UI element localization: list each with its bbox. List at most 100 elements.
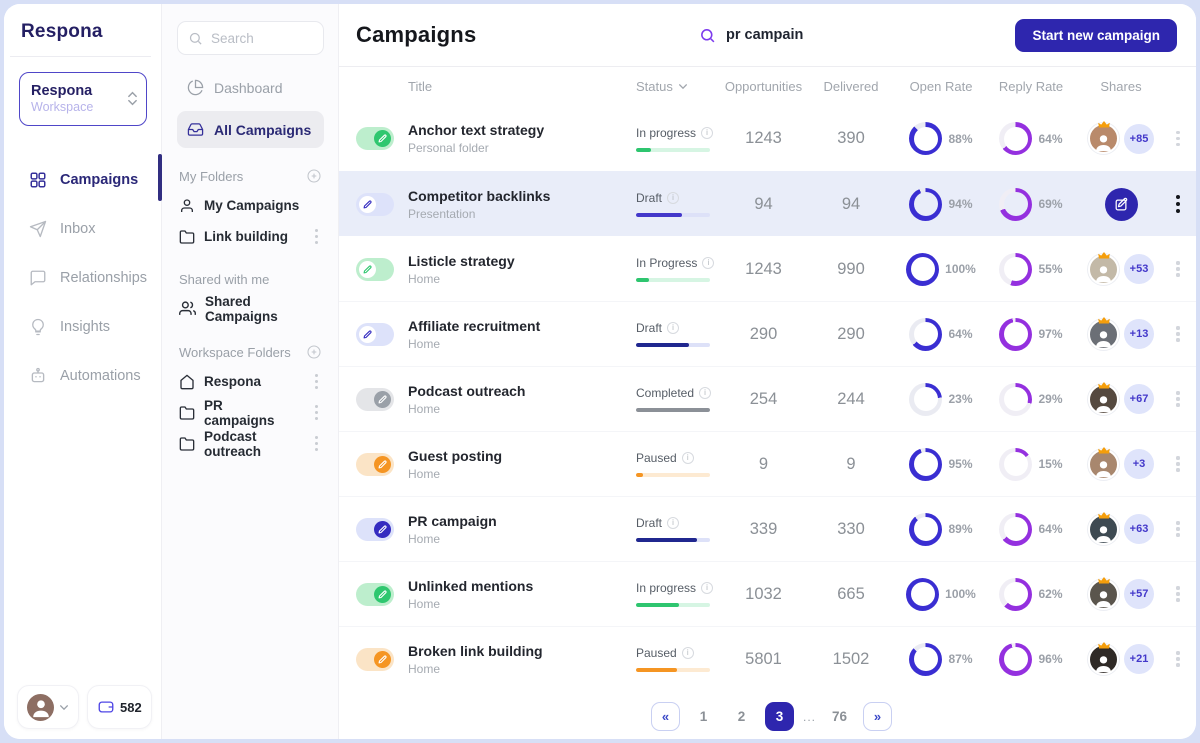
toggle-knob bbox=[374, 521, 391, 538]
campaign-row[interactable]: Competitor backlinks Presentation Drafti… bbox=[339, 171, 1196, 236]
campaign-toggle[interactable] bbox=[356, 518, 394, 541]
col-shares: Shares bbox=[1100, 79, 1141, 94]
shares-cell: +13 bbox=[1088, 319, 1154, 350]
info-icon[interactable]: i bbox=[682, 452, 694, 464]
credits-widget[interactable]: 582 bbox=[87, 685, 152, 729]
col-status[interactable]: Status bbox=[636, 79, 721, 94]
status-cell: In progressi bbox=[636, 126, 721, 152]
reply-rate-cell: 62% bbox=[999, 578, 1062, 611]
folder-search-input[interactable] bbox=[211, 31, 313, 46]
shares-count-badge[interactable]: +53 bbox=[1124, 254, 1154, 284]
row-menu-button[interactable] bbox=[1172, 126, 1183, 152]
page-button-2[interactable]: 2 bbox=[727, 702, 756, 731]
page-button-3[interactable]: 3 bbox=[765, 702, 794, 731]
start-new-campaign-button[interactable]: Start new campaign bbox=[1015, 19, 1177, 52]
campaign-toggle[interactable] bbox=[356, 648, 394, 671]
prev-page-button[interactable]: « bbox=[651, 702, 680, 731]
shares-count-badge[interactable]: +21 bbox=[1124, 644, 1154, 674]
folder-link-my-campaigns[interactable]: My Campaigns bbox=[177, 190, 324, 221]
folder-link-respona[interactable]: Respona bbox=[177, 366, 324, 397]
shares-count-badge[interactable]: +13 bbox=[1124, 319, 1154, 349]
campaign-row[interactable]: PR campaign Home Drafti 339 330 89% 64% … bbox=[339, 496, 1196, 561]
folder-search[interactable] bbox=[177, 21, 324, 55]
folder-item-dashboard[interactable]: Dashboard bbox=[177, 69, 324, 106]
shares-count-badge[interactable]: +57 bbox=[1124, 579, 1154, 609]
campaign-row[interactable]: Broken link building Home Pausedi 5801 1… bbox=[339, 626, 1196, 691]
campaign-toggle[interactable] bbox=[356, 453, 394, 476]
row-menu-button[interactable] bbox=[1172, 256, 1183, 282]
shares-avatar bbox=[1088, 514, 1119, 545]
home-icon bbox=[179, 374, 195, 390]
add-folder-icon[interactable] bbox=[306, 344, 322, 360]
row-menu-button[interactable] bbox=[1172, 516, 1183, 542]
campaign-toggle[interactable] bbox=[356, 127, 394, 150]
row-menu-button[interactable] bbox=[1172, 451, 1183, 477]
reply-rate-cell: 15% bbox=[999, 448, 1062, 481]
folder-menu-button[interactable] bbox=[311, 369, 322, 395]
campaign-folder: Home bbox=[408, 337, 636, 351]
campaign-row[interactable]: Anchor text strategy Personal folder In … bbox=[339, 106, 1196, 171]
main-header: Campaigns Start new campaign bbox=[339, 4, 1196, 67]
info-icon[interactable]: i bbox=[667, 517, 679, 529]
folder-link-shared-campaigns[interactable]: Shared Campaigns bbox=[177, 293, 324, 324]
campaign-folder: Home bbox=[408, 597, 636, 611]
next-page-button[interactable]: » bbox=[863, 702, 892, 731]
folder-menu-button[interactable] bbox=[311, 400, 322, 426]
campaign-toggle[interactable] bbox=[356, 193, 394, 216]
campaign-toggle[interactable] bbox=[356, 388, 394, 411]
info-icon[interactable]: i bbox=[667, 322, 679, 334]
add-folder-icon[interactable] bbox=[306, 168, 322, 184]
folder-link-link-building[interactable]: Link building bbox=[177, 221, 324, 252]
row-menu-button[interactable] bbox=[1172, 646, 1183, 672]
campaign-row[interactable]: Affiliate recruitment Home Drafti 290 29… bbox=[339, 301, 1196, 366]
open-rate-value: 94% bbox=[948, 197, 972, 211]
shares-count-badge[interactable]: +63 bbox=[1124, 514, 1154, 544]
shares-count-badge[interactable]: +3 bbox=[1124, 449, 1154, 479]
campaign-row[interactable]: Podcast outreach Home Completedi 254 244… bbox=[339, 366, 1196, 431]
campaign-search[interactable] bbox=[699, 27, 916, 44]
campaign-row[interactable]: Guest posting Home Pausedi 9 9 95% 15% +… bbox=[339, 431, 1196, 496]
campaign-toggle[interactable] bbox=[356, 258, 394, 281]
info-icon[interactable]: i bbox=[702, 257, 714, 269]
info-icon[interactable]: i bbox=[701, 582, 713, 594]
campaign-row[interactable]: Listicle strategy Home In Progressi 1243… bbox=[339, 236, 1196, 301]
user-bar: 582 bbox=[17, 685, 152, 729]
folder-item-all-campaigns[interactable]: All Campaigns bbox=[177, 111, 324, 148]
shares-count-badge[interactable]: +85 bbox=[1124, 124, 1154, 154]
reply-rate-cell: 64% bbox=[999, 122, 1062, 155]
folder-menu-button[interactable] bbox=[311, 224, 322, 250]
row-menu-button[interactable] bbox=[1172, 190, 1184, 218]
page-button-1[interactable]: 1 bbox=[689, 702, 718, 731]
sidebar-item-inbox[interactable]: Inbox bbox=[4, 205, 161, 254]
folder-icon bbox=[179, 436, 195, 452]
row-menu-button[interactable] bbox=[1172, 386, 1183, 412]
sidebar-item-relationships[interactable]: Relationships bbox=[4, 254, 161, 303]
shares-count-badge[interactable]: +67 bbox=[1124, 384, 1154, 414]
user-menu[interactable] bbox=[17, 685, 79, 729]
folder-menu-button[interactable] bbox=[311, 431, 322, 457]
page-button-76[interactable]: 76 bbox=[825, 702, 854, 731]
status-label: Draft bbox=[636, 191, 662, 205]
edit-share-button[interactable] bbox=[1105, 188, 1138, 221]
sidebar-item-automations[interactable]: Automations bbox=[4, 352, 161, 401]
campaign-search-input[interactable] bbox=[726, 27, 916, 43]
page-title: Campaigns bbox=[356, 22, 476, 48]
info-icon[interactable]: i bbox=[699, 387, 711, 399]
status-cell: Drafti bbox=[636, 321, 721, 347]
folder-link-podcast-outreach[interactable]: Podcast outreach bbox=[177, 428, 324, 459]
row-menu-button[interactable] bbox=[1172, 321, 1183, 347]
workspace-selector[interactable]: Respona Workspace bbox=[19, 72, 147, 126]
folder-link-pr-campaigns[interactable]: PR campaigns bbox=[177, 397, 324, 428]
info-icon[interactable]: i bbox=[667, 192, 679, 204]
sidebar-item-insights[interactable]: Insights bbox=[4, 303, 161, 352]
sidebar-item-campaigns[interactable]: Campaigns bbox=[4, 156, 161, 205]
info-icon[interactable]: i bbox=[682, 647, 694, 659]
opportunities-value: 94 bbox=[754, 195, 772, 214]
row-menu-button[interactable] bbox=[1172, 581, 1183, 607]
status-progress bbox=[636, 603, 710, 607]
campaign-toggle[interactable] bbox=[356, 583, 394, 606]
campaign-row[interactable]: Unlinked mentions Home In progressi 1032… bbox=[339, 561, 1196, 626]
campaign-folder: Home bbox=[408, 272, 636, 286]
info-icon[interactable]: i bbox=[701, 127, 713, 139]
campaign-toggle[interactable] bbox=[356, 323, 394, 346]
